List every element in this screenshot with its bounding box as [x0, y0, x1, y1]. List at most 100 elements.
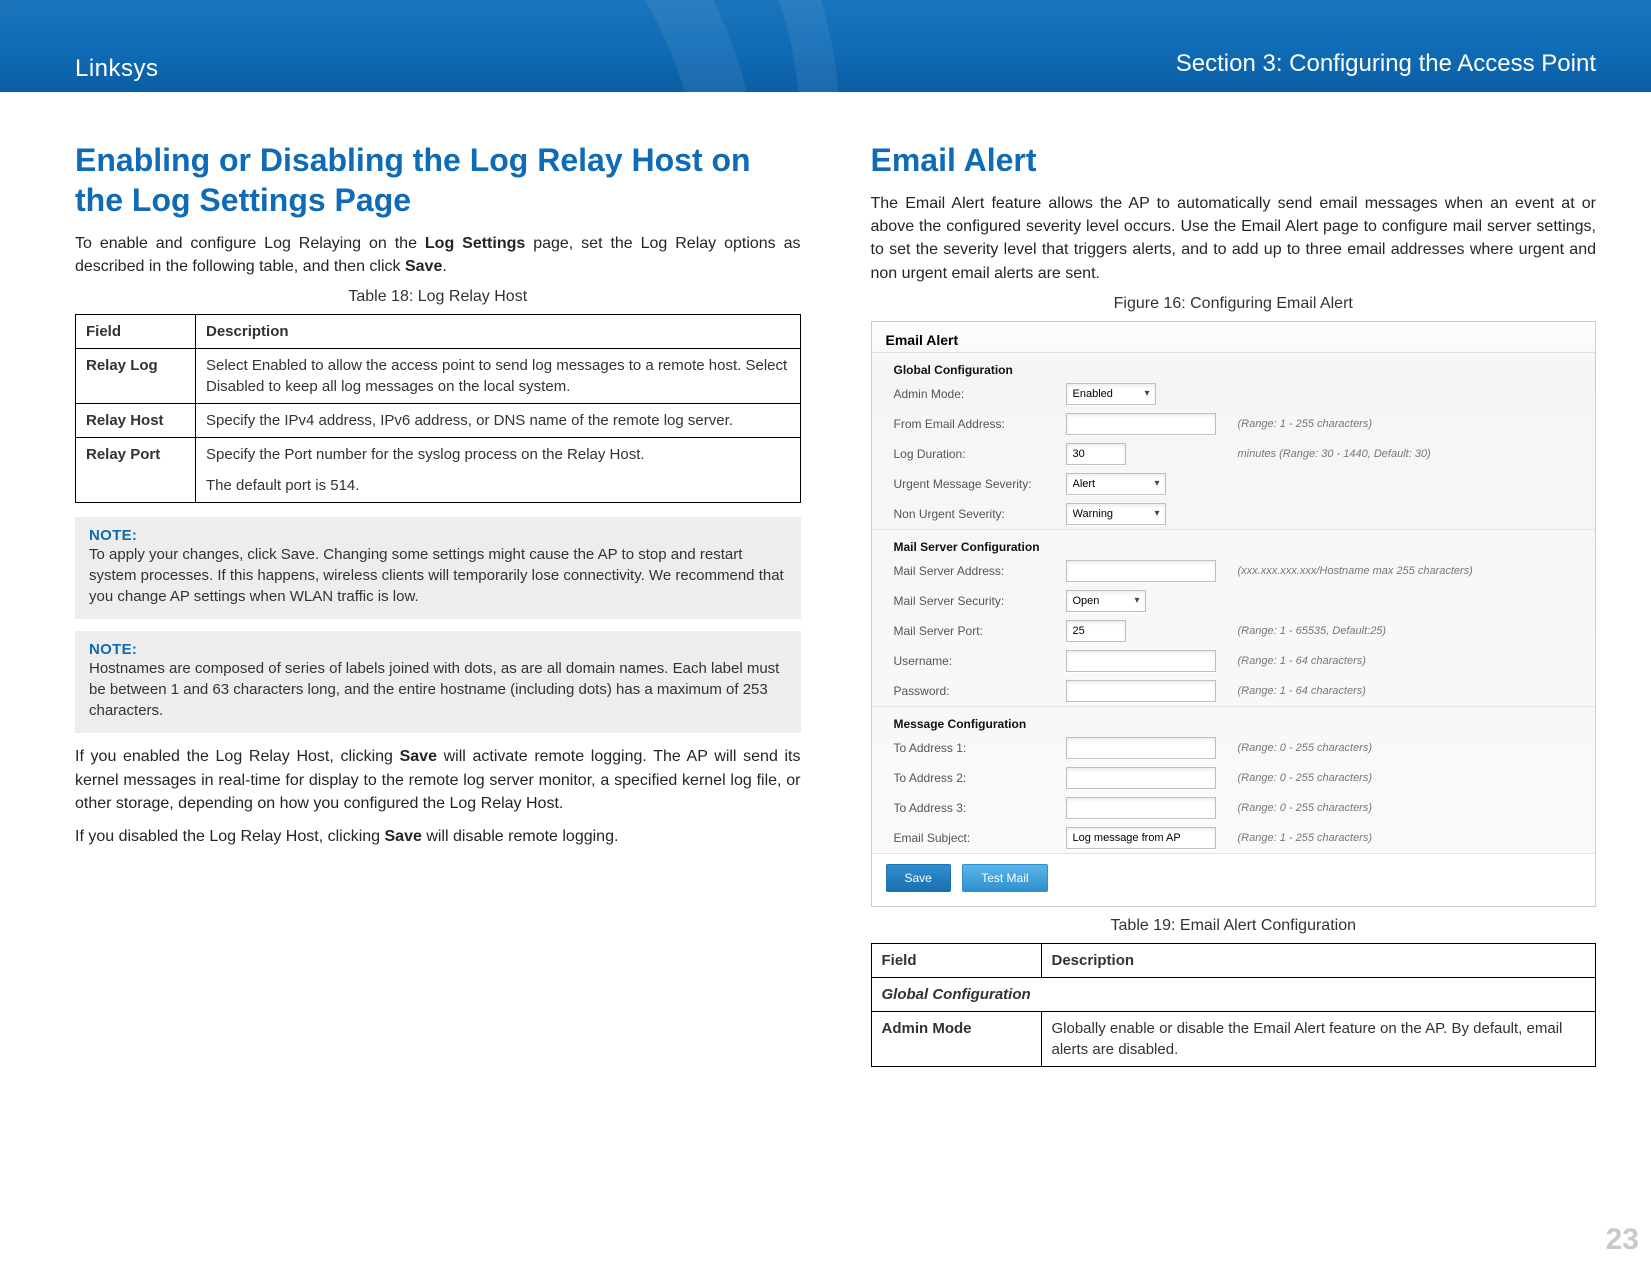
table-section-row: Global Configuration	[871, 977, 1596, 1011]
table-row: Relay Port Specify the Port number for t…	[76, 438, 801, 503]
log-duration-label: Log Duration:	[894, 447, 1054, 461]
field-desc: Specify the IPv4 address, IPv6 address, …	[196, 404, 801, 438]
mail-server-address-label: Mail Server Address:	[894, 564, 1054, 578]
table-row: Relay Host Specify the IPv4 address, IPv…	[76, 404, 801, 438]
note-label: NOTE:	[89, 641, 787, 658]
test-mail-button[interactable]: Test Mail	[962, 864, 1047, 892]
field-name: Relay Log	[76, 349, 196, 404]
to-address-2-hint: (Range: 0 - 255 characters)	[1238, 772, 1373, 784]
row-mail-server-security: Mail Server Security: Open▾	[872, 586, 1596, 616]
note-label: NOTE:	[89, 527, 787, 544]
row-admin-mode: Admin Mode: Enabled▾	[872, 379, 1596, 409]
row-nonurgent-severity: Non Urgent Severity: Warning▾	[872, 499, 1596, 529]
urgent-severity-label: Urgent Message Severity:	[894, 477, 1054, 491]
intro-paragraph: The Email Alert feature allows the AP to…	[871, 192, 1597, 285]
note-body: Hostnames are composed of series of labe…	[89, 658, 787, 721]
bold-text: Save	[385, 828, 422, 845]
password-input[interactable]	[1066, 680, 1216, 702]
admin-mode-select[interactable]: Enabled	[1066, 383, 1156, 405]
th-field: Field	[871, 943, 1041, 977]
section-cell: Global Configuration	[871, 977, 1596, 1011]
mail-server-security-label: Mail Server Security:	[894, 594, 1054, 608]
section-heading-log-relay: Enabling or Disabling the Log Relay Host…	[75, 140, 801, 220]
right-column: Email Alert The Email Alert feature allo…	[871, 140, 1597, 1081]
group-message-config: Message Configuration	[872, 706, 1596, 733]
section-heading-email-alert: Email Alert	[871, 140, 1597, 180]
table-header-row: Field Description	[871, 943, 1596, 977]
field-name: Admin Mode	[871, 1011, 1041, 1066]
log-relay-table: Field Description Relay Log Select Enabl…	[75, 314, 801, 503]
desc-sub: The default port is 514.	[206, 475, 790, 496]
mail-server-address-input[interactable]	[1066, 560, 1216, 582]
from-address-hint: (Range: 1 - 255 characters)	[1238, 418, 1373, 430]
to-address-3-label: To Address 3:	[894, 801, 1054, 815]
password-label: Password:	[894, 684, 1054, 698]
text: If you disabled the Log Relay Host, clic…	[75, 828, 385, 845]
table-caption: Table 19: Email Alert Configuration	[871, 917, 1597, 935]
table-header-row: Field Description	[76, 315, 801, 349]
to-address-1-label: To Address 1:	[894, 741, 1054, 755]
field-desc: Specify the Port number for the syslog p…	[196, 438, 801, 503]
email-subject-input[interactable]	[1066, 827, 1216, 849]
log-duration-input[interactable]	[1066, 443, 1126, 465]
row-to-address-1: To Address 1: (Range: 0 - 255 characters…	[872, 733, 1596, 763]
text: To enable and configure Log Relaying on …	[75, 235, 425, 252]
table-row: Relay Log Select Enabled to allow the ac…	[76, 349, 801, 404]
to-address-2-label: To Address 2:	[894, 771, 1054, 785]
to-address-3-input[interactable]	[1066, 797, 1216, 819]
th-description: Description	[196, 315, 801, 349]
field-name: Relay Port	[76, 438, 196, 503]
row-email-subject: Email Subject: (Range: 1 - 255 character…	[872, 823, 1596, 853]
table-row: Admin Mode Globally enable or disable th…	[871, 1011, 1596, 1066]
text: .	[442, 258, 446, 275]
intro-paragraph: To enable and configure Log Relaying on …	[75, 232, 801, 278]
text: If you enabled the Log Relay Host, click…	[75, 748, 400, 765]
section-label: Section 3: Configuring the Access Point	[1176, 50, 1596, 78]
mail-server-port-input[interactable]	[1066, 620, 1126, 642]
th-description: Description	[1041, 943, 1596, 977]
username-label: Username:	[894, 654, 1054, 668]
email-subject-label: Email Subject:	[894, 831, 1054, 845]
to-address-2-input[interactable]	[1066, 767, 1216, 789]
from-address-label: From Email Address:	[894, 417, 1054, 431]
after-paragraph-2: If you disabled the Log Relay Host, clic…	[75, 825, 801, 848]
email-alert-table: Field Description Global Configuration A…	[871, 943, 1597, 1067]
row-username: Username: (Range: 1 - 64 characters)	[872, 646, 1596, 676]
to-address-1-input[interactable]	[1066, 737, 1216, 759]
log-duration-hint: minutes (Range: 30 - 1440, Default: 30)	[1238, 448, 1431, 460]
brand-label: Linksys	[75, 55, 159, 83]
row-urgent-severity: Urgent Message Severity: Alert▾	[872, 469, 1596, 499]
row-log-duration: Log Duration: minutes (Range: 30 - 1440,…	[872, 439, 1596, 469]
email-subject-hint: (Range: 1 - 255 characters)	[1238, 832, 1373, 844]
bold-text: Log Settings	[425, 235, 525, 252]
save-button[interactable]: Save	[886, 864, 951, 892]
from-address-input[interactable]	[1066, 413, 1216, 435]
row-to-address-3: To Address 3: (Range: 0 - 255 characters…	[872, 793, 1596, 823]
th-field: Field	[76, 315, 196, 349]
nonurgent-severity-select[interactable]: Warning	[1066, 503, 1166, 525]
urgent-severity-select[interactable]: Alert	[1066, 473, 1166, 495]
text: will disable remote logging.	[422, 828, 619, 845]
password-hint: (Range: 1 - 64 characters)	[1238, 685, 1366, 697]
row-mail-server-port: Mail Server Port: (Range: 1 - 65535, Def…	[872, 616, 1596, 646]
row-mail-server-address: Mail Server Address: (xxx.xxx.xxx.xxx/Ho…	[872, 556, 1596, 586]
group-mail-server: Mail Server Configuration	[872, 529, 1596, 556]
field-desc: Select Enabled to allow the access point…	[196, 349, 801, 404]
username-input[interactable]	[1066, 650, 1216, 672]
mail-server-address-hint: (xxx.xxx.xxx.xxx/Hostname max 255 charac…	[1238, 565, 1473, 577]
page-number: 23	[1606, 1223, 1639, 1257]
mail-server-security-select[interactable]: Open	[1066, 590, 1146, 612]
field-name: Relay Host	[76, 404, 196, 438]
after-paragraph-1: If you enabled the Log Relay Host, click…	[75, 745, 801, 815]
page-header: Linksys Section 3: Configuring the Acces…	[0, 0, 1651, 92]
mail-server-port-label: Mail Server Port:	[894, 624, 1054, 638]
username-hint: (Range: 1 - 64 characters)	[1238, 655, 1366, 667]
figure-caption: Figure 16: Configuring Email Alert	[871, 295, 1597, 313]
row-password: Password: (Range: 1 - 64 characters)	[872, 676, 1596, 706]
bold-text: Save	[400, 748, 437, 765]
row-from-address: From Email Address: (Range: 1 - 255 char…	[872, 409, 1596, 439]
field-desc: Globally enable or disable the Email Ale…	[1041, 1011, 1596, 1066]
left-column: Enabling or Disabling the Log Relay Host…	[75, 140, 801, 1081]
mail-server-port-hint: (Range: 1 - 65535, Default:25)	[1238, 625, 1387, 637]
group-global-config: Global Configuration	[872, 352, 1596, 379]
